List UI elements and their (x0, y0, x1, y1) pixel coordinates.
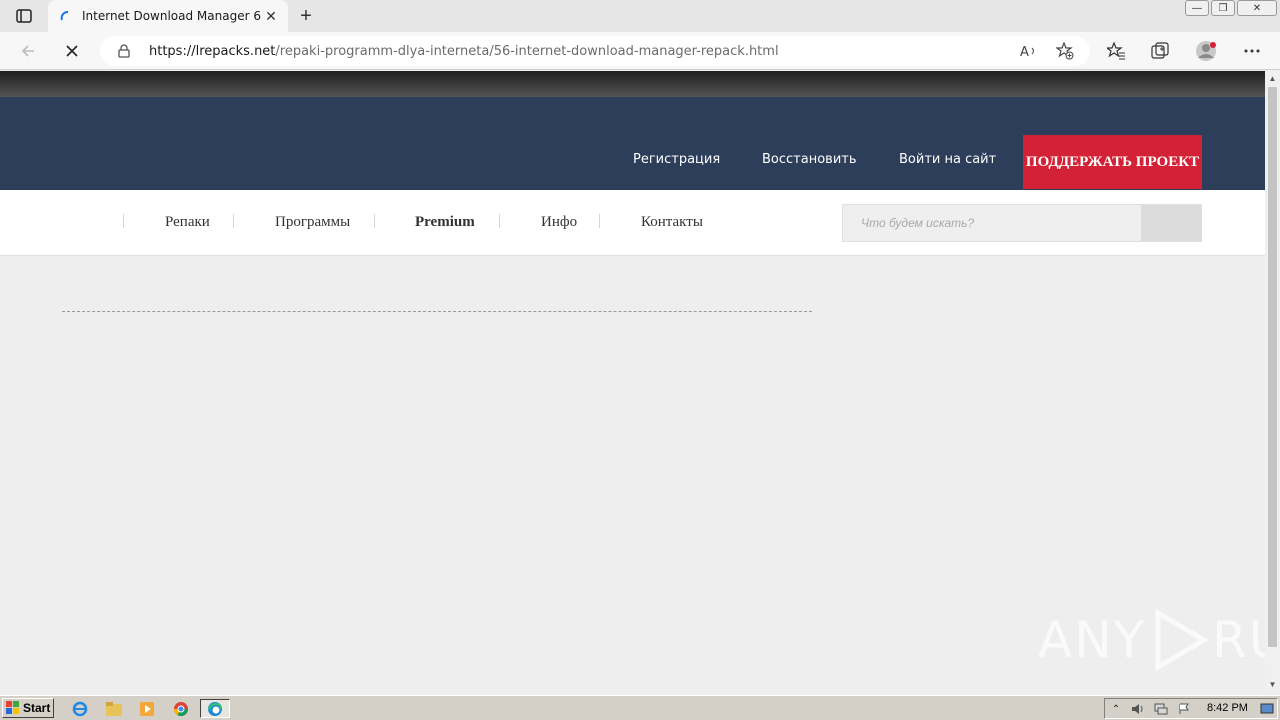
login-link[interactable]: Войти на сайт (899, 152, 996, 167)
address-bar[interactable]: https://lrepacks.net/repaki-programm-dly… (100, 36, 1090, 66)
menu-separator (233, 214, 234, 228)
tray-expand-icon[interactable]: ⌃ (1108, 701, 1124, 717)
anyrun-watermark: ANY RUN (1038, 609, 1265, 671)
windows-logo-icon (6, 701, 19, 714)
system-tray: ⌃ 8:42 PM (1104, 698, 1278, 719)
loading-icon (58, 8, 74, 24)
tab-bar: Internet Download Manager 6.42 ✕ + — ❐ ✕ (0, 0, 1280, 32)
action-center-flag-icon[interactable] (1176, 701, 1192, 717)
menu-separator (599, 214, 600, 228)
support-project-button[interactable]: ПОДДЕРЖАТЬ ПРОЕКТ (1023, 135, 1202, 189)
restore-button[interactable]: ❐ (1211, 0, 1235, 16)
more-menu-icon[interactable] (1241, 40, 1263, 62)
page-viewport: Регистрация Восстановить Войти на сайт П… (0, 71, 1265, 691)
menu-item-contacts[interactable]: Контакты (641, 214, 703, 231)
menu-separator (499, 214, 500, 228)
profile-avatar-icon[interactable] (1195, 40, 1217, 62)
url-domain: https://lrepacks.net (149, 43, 276, 59)
volume-icon[interactable] (1130, 701, 1146, 717)
search-button[interactable] (1141, 205, 1201, 241)
page-scrollbar[interactable]: ▲ ▼ (1265, 71, 1280, 691)
menu-item-repacks[interactable]: Репаки (165, 214, 210, 231)
lock-icon[interactable] (116, 43, 132, 59)
tab-active[interactable]: Internet Download Manager 6.42 ✕ (48, 0, 288, 32)
scroll-down-icon[interactable]: ▼ (1265, 677, 1280, 691)
menu-item-info[interactable]: Инфо (541, 214, 577, 231)
menu-item-premium[interactable]: Premium (415, 214, 475, 231)
media-player-icon[interactable] (137, 699, 157, 718)
chrome-icon[interactable] (171, 699, 191, 718)
minimize-button[interactable]: — (1185, 0, 1209, 16)
close-window-button[interactable]: ✕ (1237, 0, 1277, 16)
explorer-icon[interactable] (104, 699, 124, 718)
window-controls: — ❐ ✕ (1183, 0, 1277, 18)
url-text: https://lrepacks.net/repaki-programm-dly… (149, 44, 779, 59)
menu-separator (123, 214, 124, 228)
collections-icon[interactable] (1149, 40, 1171, 62)
menu-item-programs[interactable]: Программы (275, 214, 350, 231)
stop-loading-button[interactable] (60, 39, 84, 63)
menu-separator (374, 214, 375, 228)
tab-title: Internet Download Manager 6.42 (82, 9, 262, 23)
clock[interactable]: 8:42 PM (1207, 702, 1248, 714)
add-favorite-icon[interactable] (1055, 41, 1075, 61)
watermark-left: ANY (1038, 611, 1147, 669)
svg-text:A: A (1020, 45, 1029, 58)
read-aloud-icon[interactable]: A (1019, 41, 1039, 61)
restore-link[interactable]: Восстановить (762, 152, 857, 167)
content-divider (62, 311, 812, 312)
new-tab-button[interactable]: + (294, 4, 318, 28)
play-icon (1155, 609, 1210, 671)
site-header: Регистрация Восстановить Войти на сайт П… (0, 97, 1265, 190)
url-path: /repaki-programm-dlya-interneta/56-inter… (275, 43, 779, 59)
tab-actions-icon[interactable] (10, 6, 38, 26)
taskbar: Start ⌃ 8:42 PM (0, 695, 1280, 720)
main-menu: Репаки Программы Premium Инфо Контакты (0, 190, 1265, 256)
search-input[interactable] (843, 205, 1141, 241)
ie-icon[interactable] (70, 699, 90, 718)
start-label: Start (23, 701, 51, 715)
scroll-thumb[interactable] (1268, 87, 1277, 647)
top-strip (0, 71, 1265, 97)
scroll-up-icon[interactable]: ▲ (1265, 71, 1280, 85)
address-toolbar: https://lrepacks.net/repaki-programm-dly… (0, 32, 1280, 70)
site-search (842, 204, 1202, 242)
show-desktop-icon[interactable] (1259, 701, 1275, 717)
register-link[interactable]: Регистрация (633, 152, 720, 167)
watermark-right: RUN (1212, 611, 1265, 669)
network-icon[interactable] (1153, 701, 1169, 717)
start-button[interactable]: Start (2, 698, 54, 718)
tab-close-icon[interactable]: ✕ (262, 7, 280, 25)
edge-icon[interactable] (200, 699, 230, 718)
back-button[interactable] (16, 39, 40, 63)
favorites-icon[interactable] (1105, 40, 1127, 62)
